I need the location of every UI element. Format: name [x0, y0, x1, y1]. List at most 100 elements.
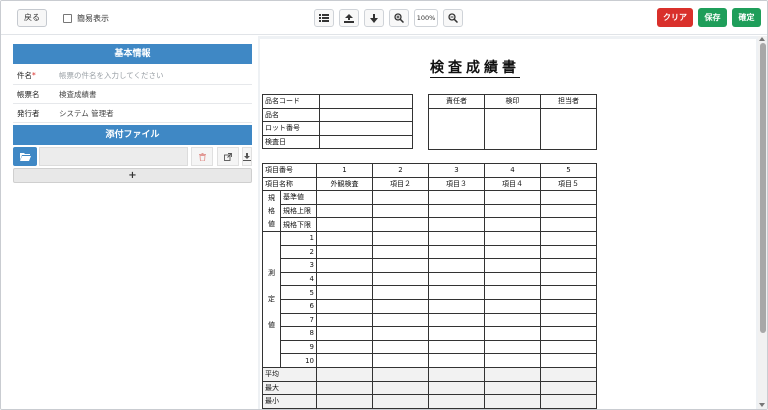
- spec-cell[interactable]: [540, 203, 597, 219]
- measure-cell[interactable]: [372, 271, 429, 287]
- measure-cell[interactable]: [484, 339, 541, 355]
- list-view-button[interactable]: [314, 9, 334, 27]
- stamp-cell[interactable]: [428, 107, 485, 150]
- measure-cell[interactable]: [540, 285, 597, 300]
- clear-button[interactable]: クリア: [657, 8, 693, 27]
- measure-cell[interactable]: [484, 312, 541, 328]
- spec-cell[interactable]: [484, 190, 541, 205]
- attachment-filename-field[interactable]: [39, 147, 188, 166]
- measure-cell[interactable]: [372, 339, 429, 355]
- measure-cell[interactable]: [372, 244, 429, 260]
- measure-cell[interactable]: [428, 312, 485, 328]
- measure-cell[interactable]: [540, 271, 597, 287]
- measure-cell[interactable]: [372, 298, 429, 314]
- measure-cell[interactable]: [484, 298, 541, 314]
- spec-cell[interactable]: [428, 217, 485, 232]
- measure-cell[interactable]: [372, 312, 429, 328]
- attachment-row: [13, 147, 252, 166]
- spec-group-label: 規格値: [262, 190, 281, 232]
- item-number: 4: [484, 163, 541, 178]
- spec-cell[interactable]: [540, 217, 597, 232]
- download-button[interactable]: [364, 9, 384, 27]
- measure-cell[interactable]: [484, 230, 541, 246]
- measure-cell[interactable]: [316, 339, 373, 355]
- stamp-cell[interactable]: [484, 107, 541, 150]
- summary-cell: [372, 380, 429, 396]
- scroll-down-arrow-icon[interactable]: [759, 403, 765, 407]
- spec-cell[interactable]: [540, 190, 597, 205]
- info-value-cell[interactable]: [319, 134, 413, 150]
- spec-cell[interactable]: [484, 217, 541, 232]
- scrollbar-thumb[interactable]: [760, 43, 766, 333]
- spec-cell[interactable]: [428, 203, 485, 219]
- spec-cell[interactable]: [484, 203, 541, 219]
- measure-cell[interactable]: [316, 312, 373, 328]
- spec-cell[interactable]: [372, 203, 429, 219]
- measure-cell[interactable]: [484, 326, 541, 341]
- measure-cell[interactable]: [316, 258, 373, 273]
- measure-cell[interactable]: [540, 326, 597, 341]
- measure-cell[interactable]: [316, 244, 373, 260]
- measure-cell[interactable]: [428, 285, 485, 300]
- zoom-level[interactable]: 100%: [414, 9, 438, 27]
- spec-cell[interactable]: [316, 190, 373, 205]
- subject-input[interactable]: 帳票の件名を入力してください: [59, 66, 164, 85]
- measure-cell[interactable]: [540, 298, 597, 314]
- measure-cell[interactable]: [428, 244, 485, 260]
- add-attachment-button[interactable]: +: [13, 168, 252, 183]
- spec-cell[interactable]: [428, 190, 485, 205]
- issuer-row: 発行者 システム 管理者: [13, 104, 252, 123]
- stamp-cell[interactable]: [540, 107, 597, 150]
- delete-attachment-button[interactable]: [191, 147, 213, 166]
- measure-cell[interactable]: [372, 230, 429, 246]
- measure-cell[interactable]: [428, 339, 485, 355]
- measure-cell[interactable]: [428, 230, 485, 246]
- download-attachment-button[interactable]: [242, 147, 252, 166]
- spec-cell[interactable]: [372, 217, 429, 232]
- measure-cell[interactable]: [316, 298, 373, 314]
- open-file-button[interactable]: [13, 147, 37, 166]
- arrow-down-icon: [370, 13, 378, 23]
- info-value-cell[interactable]: [319, 94, 413, 109]
- measure-cell[interactable]: [484, 285, 541, 300]
- back-button[interactable]: 戻る: [17, 9, 47, 27]
- spec-cell[interactable]: [316, 217, 373, 232]
- measure-cell[interactable]: [540, 353, 597, 368]
- open-external-button[interactable]: [217, 147, 239, 166]
- scroll-up-arrow-icon[interactable]: [759, 37, 765, 41]
- measure-cell[interactable]: [540, 244, 597, 260]
- measure-cell[interactable]: [428, 258, 485, 273]
- measure-cell[interactable]: [428, 326, 485, 341]
- measure-cell[interactable]: [316, 353, 373, 368]
- zoom-in-button[interactable]: [389, 9, 409, 27]
- info-value-cell[interactable]: [319, 107, 413, 123]
- confirm-button[interactable]: 確定: [732, 8, 761, 27]
- spec-cell[interactable]: [316, 203, 373, 219]
- measure-cell[interactable]: [428, 353, 485, 368]
- measure-cell[interactable]: [540, 339, 597, 355]
- measure-cell[interactable]: [540, 230, 597, 246]
- measure-cell[interactable]: [484, 258, 541, 273]
- measure-cell[interactable]: [372, 326, 429, 341]
- measure-cell[interactable]: [484, 271, 541, 287]
- simple-view-toggle[interactable]: 簡易表示: [63, 11, 109, 25]
- measure-cell[interactable]: [372, 285, 429, 300]
- info-value-cell[interactable]: [319, 121, 413, 136]
- measure-cell[interactable]: [316, 285, 373, 300]
- measure-cell[interactable]: [316, 326, 373, 341]
- upload-button[interactable]: [339, 9, 359, 27]
- zoom-out-button[interactable]: [443, 9, 463, 27]
- measure-cell[interactable]: [484, 353, 541, 368]
- simple-view-checkbox[interactable]: [63, 13, 72, 23]
- measure-cell[interactable]: [428, 271, 485, 287]
- measure-cell[interactable]: [316, 230, 373, 246]
- measure-cell[interactable]: [540, 312, 597, 328]
- measure-cell[interactable]: [484, 244, 541, 260]
- measure-cell[interactable]: [316, 271, 373, 287]
- save-button[interactable]: 保存: [698, 8, 727, 27]
- measure-cell[interactable]: [540, 258, 597, 273]
- measure-cell[interactable]: [372, 258, 429, 273]
- measure-cell[interactable]: [372, 353, 429, 368]
- measure-cell[interactable]: [428, 298, 485, 314]
- spec-cell[interactable]: [372, 190, 429, 205]
